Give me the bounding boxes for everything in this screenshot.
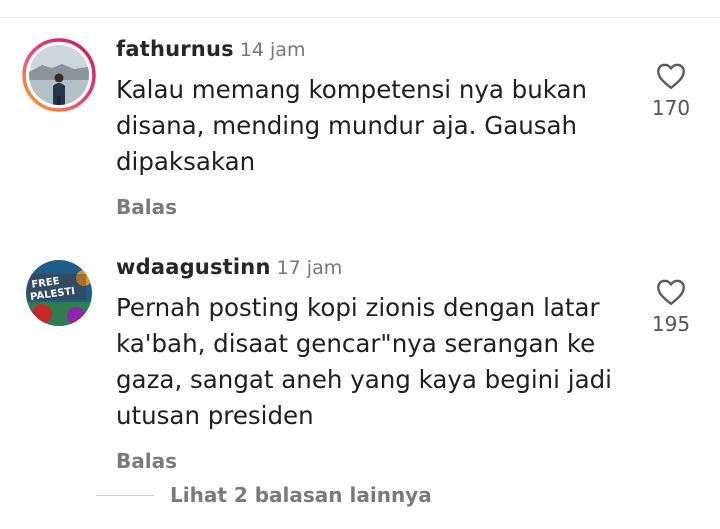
comment-text-line: utusan presiden xyxy=(116,401,314,430)
timestamp: 14 jam xyxy=(239,39,306,61)
comment-text-line: Pernah posting kopi zionis dengan latar xyxy=(116,293,600,322)
view-more-replies-label: Lihat 2 balasan lainnya xyxy=(170,483,432,507)
like-control: 170 xyxy=(641,62,701,120)
comment-header: fathurnus 14 jam xyxy=(116,32,636,66)
reply-button[interactable]: Balas xyxy=(116,192,636,222)
like-control: 195 xyxy=(641,278,701,336)
view-more-replies-button[interactable]: Lihat 2 balasan lainnya xyxy=(96,480,432,510)
comment-body: wdaagustinn 17 jam Pernah posting kopi zi… xyxy=(116,250,636,476)
comment-text-line: ka'bah, disaat gencar"nya serangan ke xyxy=(116,329,596,358)
like-count: 170 xyxy=(651,96,691,120)
comment-text: Kalau memang kompetensi nya bukan disana… xyxy=(116,72,636,180)
comment-text-line: Kalau memang kompetensi nya bukan xyxy=(116,75,588,104)
heart-outline-icon[interactable] xyxy=(656,278,686,306)
free-palestine-avatar-icon: FREE PALESTI xyxy=(26,260,92,326)
comment-text-line: dipaksakan xyxy=(116,147,256,176)
like-count: 195 xyxy=(651,312,691,336)
replies-divider xyxy=(96,494,154,496)
comment-text: Pernah posting kopi zionis dengan latar … xyxy=(116,290,636,434)
username[interactable]: wdaagustinn xyxy=(116,255,271,279)
person-photo-avatar-icon xyxy=(22,38,96,112)
reply-button[interactable]: Balas xyxy=(116,446,636,476)
avatar[interactable] xyxy=(22,38,96,112)
comment-header: wdaagustinn 17 jam xyxy=(116,250,636,284)
username[interactable]: fathurnus xyxy=(116,37,234,61)
comment-body: fathurnus 14 jam Kalau memang kompetensi … xyxy=(116,32,636,222)
comment-text-line: gaza, sangat aneh yang kaya begini jadi xyxy=(116,365,612,394)
comment-text-line: disana, mending mundur aja. Gausah xyxy=(116,111,578,140)
top-divider xyxy=(0,17,720,18)
timestamp: 17 jam xyxy=(276,257,343,279)
avatar[interactable]: FREE PALESTI xyxy=(22,256,96,330)
heart-outline-icon[interactable] xyxy=(656,62,686,90)
